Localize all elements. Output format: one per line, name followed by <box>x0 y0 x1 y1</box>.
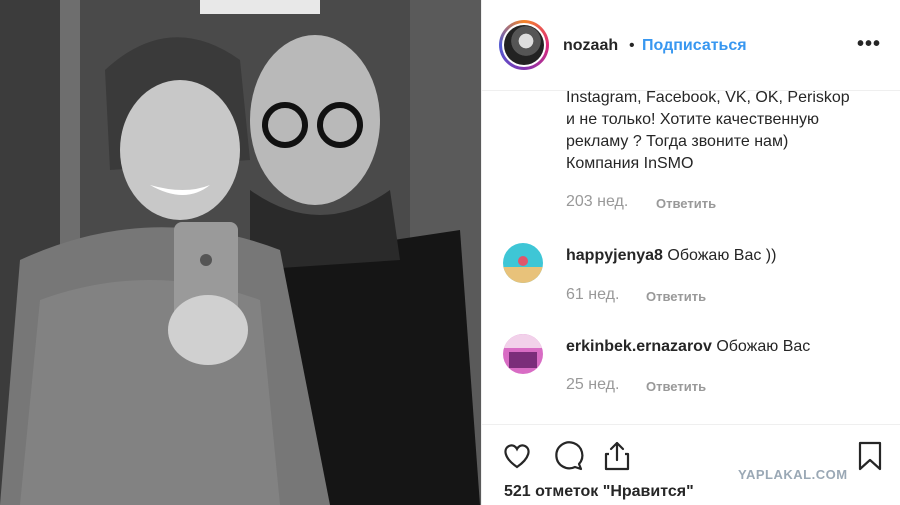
caption-reply-button[interactable]: Ответить <box>656 196 716 211</box>
comments-list[interactable]: Instagram, Facebook, VK, OK, Periskop и … <box>482 91 900 424</box>
post-sidebar: nozaah • Подписаться ••• Instagram, Face… <box>481 0 900 505</box>
avatar[interactable] <box>499 20 549 70</box>
post-header: nozaah • Подписаться ••• <box>482 0 900 91</box>
caption-text: Instagram, Facebook, VK, OK, Periskop и … <box>566 91 850 172</box>
post-photo[interactable] <box>0 0 481 505</box>
caption-time[interactable]: 203 нед. <box>566 193 628 211</box>
share-icon[interactable] <box>600 439 634 473</box>
likes-count[interactable]: 521 отметок "Нравится" <box>504 483 694 501</box>
comment-avatar[interactable] <box>503 243 543 283</box>
post-username[interactable]: nozaah <box>563 37 618 55</box>
comment-reply-button[interactable]: Ответить <box>646 289 706 304</box>
more-options-icon[interactable]: ••• <box>857 33 881 56</box>
avatar-image <box>504 25 544 65</box>
post-actions: 521 отметок "Нравится" <box>482 424 900 505</box>
comment-row: erkinbek.ernazarov Обожаю Вас <box>566 338 810 356</box>
comment-time[interactable]: 25 нед. <box>566 376 619 394</box>
comment-username[interactable]: erkinbek.ernazarov <box>566 338 712 355</box>
heart-icon[interactable] <box>500 439 534 473</box>
comment-icon[interactable] <box>551 439 585 473</box>
bookmark-icon[interactable] <box>853 439 887 473</box>
comment-row: happyjenya8 Обожаю Вас )) <box>566 247 776 265</box>
comment-avatar[interactable] <box>503 334 543 374</box>
comment-username[interactable]: happyjenya8 <box>566 247 663 264</box>
photo-illustration <box>0 0 481 505</box>
avatar-border <box>502 23 546 67</box>
comment-reply-button[interactable]: Ответить <box>646 379 706 394</box>
comment-time[interactable]: 61 нед. <box>566 286 619 304</box>
watermark: YAPLAKAL.COM <box>738 467 848 482</box>
separator-dot: • <box>629 37 635 54</box>
follow-button[interactable]: Подписаться <box>642 37 747 55</box>
comment-text: Обожаю Вас )) <box>667 247 777 264</box>
comment-text: Обожаю Вас <box>716 338 811 355</box>
